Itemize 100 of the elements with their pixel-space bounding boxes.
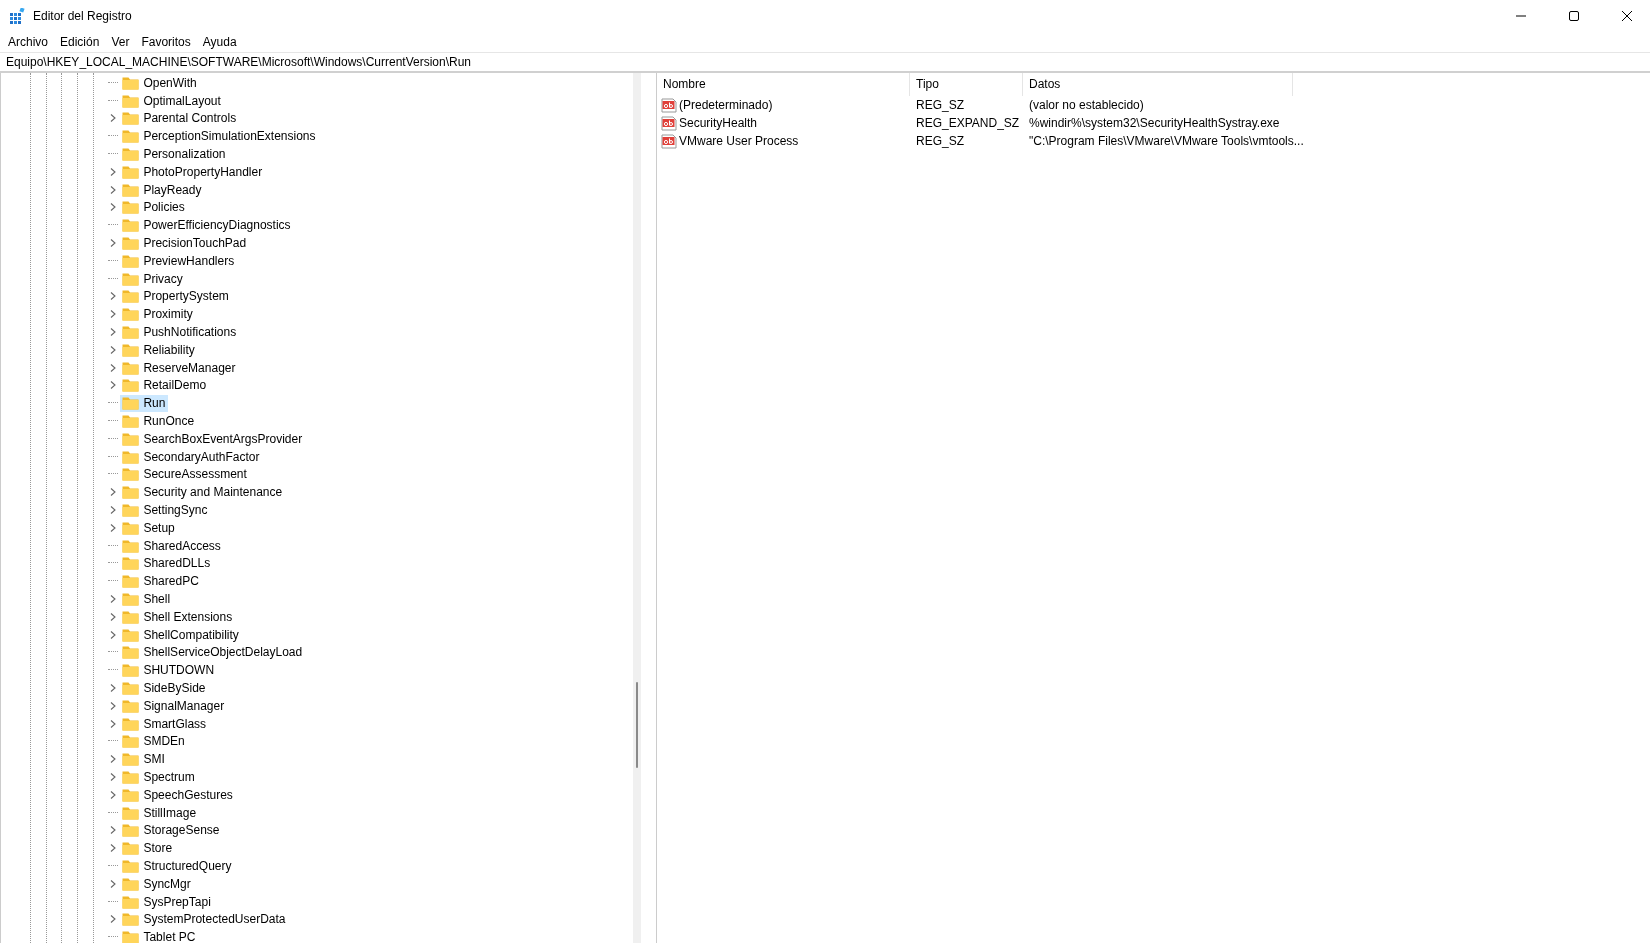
tree-item[interactable]: Privacy xyxy=(120,270,186,288)
menu-item[interactable]: Ver xyxy=(106,32,135,51)
tree-item[interactable]: Security and Maintenance xyxy=(120,483,286,501)
tree-item[interactable]: PreviewHandlers xyxy=(120,252,238,270)
tree-item[interactable]: StillImage xyxy=(120,804,200,822)
tree-item[interactable]: SyncMgr xyxy=(120,875,194,893)
tree-item[interactable]: PushNotifications xyxy=(120,323,240,341)
folder-icon xyxy=(122,289,140,304)
folder-icon xyxy=(122,698,140,713)
folder-icon xyxy=(122,75,140,90)
string-value-icon xyxy=(661,133,677,149)
menu-item[interactable]: Ayuda xyxy=(197,32,242,51)
folder-icon xyxy=(122,342,140,357)
folder-icon xyxy=(122,805,140,820)
folder-icon xyxy=(122,520,140,535)
tree-item[interactable]: Shell Extensions xyxy=(120,608,236,626)
tree-item[interactable]: SpeechGestures xyxy=(120,786,236,804)
tree-item[interactable]: Policies xyxy=(120,198,188,216)
folder-icon xyxy=(122,681,140,695)
tree-item[interactable]: SharedAccess xyxy=(120,537,224,555)
tree-item[interactable]: OpenWith xyxy=(120,74,200,92)
tree-item[interactable]: SearchBoxEventArgsProvider xyxy=(120,430,306,448)
scroll-thumb[interactable] xyxy=(636,682,638,768)
folder-icon xyxy=(122,787,140,802)
tree-item[interactable]: SMDEn xyxy=(120,732,188,750)
tree-item[interactable]: SharedPC xyxy=(120,572,202,590)
tree-item[interactable]: SysPrepTapi xyxy=(120,893,214,911)
folder-icon xyxy=(122,876,140,891)
tree-item[interactable]: Shell xyxy=(120,590,174,608)
table-cell-text: REG_SZ xyxy=(915,98,965,112)
tree-item[interactable]: ReserveManager xyxy=(120,359,239,377)
folder-icon xyxy=(122,645,140,660)
tree-item[interactable]: Personalization xyxy=(120,145,229,163)
menu-item[interactable]: Archivo xyxy=(3,32,53,51)
folder-icon xyxy=(122,609,140,624)
menu-item[interactable]: Favoritos xyxy=(136,32,196,51)
tree-item[interactable]: PrecisionTouchPad xyxy=(120,234,250,252)
tree-item[interactable]: SHUTDOWN xyxy=(120,661,218,679)
tree-item[interactable]: SmartGlass xyxy=(120,715,210,733)
tree-item[interactable]: Run xyxy=(120,394,169,412)
scrollbar[interactable] xyxy=(633,73,641,943)
folder-icon xyxy=(122,538,140,553)
tree-item[interactable]: StorageSense xyxy=(120,821,223,839)
folder-icon xyxy=(122,182,140,197)
value-name[interactable]: VMware User Process xyxy=(679,134,799,148)
folder-icon xyxy=(122,325,140,340)
tree-item[interactable]: Store xyxy=(120,839,176,857)
value-name[interactable]: (Predeterminado) xyxy=(679,98,773,112)
tree-item[interactable]: SMI xyxy=(120,750,168,768)
folder-icon xyxy=(122,663,140,678)
folder-icon xyxy=(122,218,140,233)
column-header[interactable]: Datos xyxy=(1023,73,1293,96)
tree-item[interactable]: ShellServiceObjectDelayLoad xyxy=(120,643,306,661)
tree-item[interactable]: StructuredQuery xyxy=(120,857,235,875)
table-cell-text: REG_EXPAND_SZ xyxy=(915,116,1021,130)
tree-item[interactable]: Spectrum xyxy=(120,768,198,786)
folder-icon xyxy=(122,556,140,571)
tree-item[interactable]: SideBySide xyxy=(120,679,209,697)
tree-item[interactable]: PerceptionSimulationExtensions xyxy=(120,127,319,145)
menu-item[interactable]: Edición xyxy=(55,32,105,51)
tree-item[interactable]: Setup xyxy=(120,519,178,537)
tree-item[interactable]: PowerEfficiencyDiagnostics xyxy=(120,216,294,234)
folder-icon xyxy=(122,734,140,749)
tree-item[interactable]: Proximity xyxy=(120,305,196,323)
tree-item[interactable]: RetailDemo xyxy=(120,376,210,394)
table-cell-text: "C:\Program Files\VMware\VMware Tools\vmtools... xyxy=(1028,134,1305,148)
folder-icon xyxy=(122,307,140,322)
tree-item[interactable]: SecondaryAuthFactor xyxy=(120,448,263,466)
maximize-icon[interactable] xyxy=(1568,9,1580,22)
folder-icon xyxy=(122,253,140,268)
column-header[interactable]: Tipo xyxy=(910,73,1023,96)
folder-icon xyxy=(122,752,140,767)
value-name[interactable]: SecurityHealth xyxy=(679,116,758,130)
tree-item[interactable]: Reliability xyxy=(120,341,198,359)
folder-icon xyxy=(122,378,140,393)
folder-icon xyxy=(122,894,140,909)
tree-item[interactable]: PlayReady xyxy=(120,181,205,199)
folder-icon xyxy=(122,93,140,108)
tree-item[interactable]: PhotoPropertyHandler xyxy=(120,163,266,181)
folder-icon xyxy=(122,930,140,943)
tree-item[interactable]: SecureAssessment xyxy=(120,465,250,483)
folder-icon xyxy=(122,485,140,500)
tree-item[interactable]: RunOnce xyxy=(120,412,198,430)
table-cell-text: (valor no establecido) xyxy=(1028,98,1145,112)
tree-item[interactable]: SignalManager xyxy=(120,697,228,715)
close-icon[interactable] xyxy=(1621,9,1633,22)
tree-item[interactable]: PropertySystem xyxy=(120,287,232,305)
column-header[interactable]: Nombre xyxy=(657,73,910,96)
tree-item[interactable]: OptimalLayout xyxy=(120,92,224,110)
tree-item[interactable]: ShellCompatibility xyxy=(120,626,242,644)
folder-icon xyxy=(122,467,140,482)
tree-item[interactable]: Tablet PC xyxy=(120,928,199,943)
table-cell-text: REG_SZ xyxy=(915,134,965,148)
folder-icon xyxy=(122,841,140,856)
tree-item[interactable]: SystemProtectedUserData xyxy=(120,910,289,928)
tree-item[interactable]: SharedDLLs xyxy=(120,554,214,572)
tree-item[interactable]: Parental Controls xyxy=(120,110,240,127)
window-title: Editor del Registro xyxy=(33,8,133,23)
tree-item[interactable]: SettingSync xyxy=(120,501,211,519)
folder-icon xyxy=(122,592,140,606)
